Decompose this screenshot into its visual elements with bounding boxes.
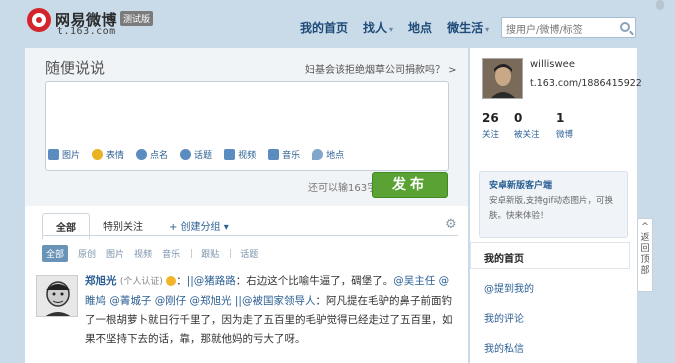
topic-icon <box>180 149 192 160</box>
separator: | <box>190 248 194 259</box>
avatar[interactable] <box>36 275 78 317</box>
tool-label: 音乐 <box>282 151 301 161</box>
compose-panel: 随便说说 妇基会该拒绝烟草公司捐款吗？ > 图片 表情 点名 话题 视频 音乐 … <box>25 48 468 206</box>
post-text-segment: ：右边这个比喻牛逼了，碉堡了。 <box>235 275 394 287</box>
tool-label: 图片 <box>62 151 81 161</box>
sidebar-item-messages[interactable]: 我的私信 <box>484 340 524 355</box>
compose-toolbar: 图片 表情 点名 话题 视频 音乐 地点 <box>48 148 356 161</box>
mention-link[interactable]: @刚仔 <box>155 295 187 307</box>
verified-badge-icon <box>166 276 177 286</box>
tool-mention[interactable]: 点名 <box>136 148 168 161</box>
separator: | <box>229 248 233 259</box>
back-to-top-label: 返回顶部 <box>640 233 650 276</box>
char-count: 还可以输163字 <box>308 183 378 194</box>
chevron-down-icon[interactable]: ▾ <box>485 25 489 34</box>
scrollbar-thumb[interactable] <box>656 0 664 10</box>
nav-label[interactable]: 找人 <box>363 21 387 35</box>
tool-topic[interactable]: 话题 <box>180 148 212 161</box>
mention-link[interactable]: @菁城子 <box>109 295 151 307</box>
video-icon <box>224 149 236 160</box>
verified-label: (个人认证) <box>119 277 163 287</box>
profile-username[interactable]: williswee <box>530 59 575 70</box>
nav-item-home[interactable]: 我的首页 <box>300 19 348 36</box>
search-box[interactable] <box>501 17 636 40</box>
tool-label: 视频 <box>238 151 257 161</box>
filter-original[interactable]: 原创 <box>78 247 96 260</box>
tool-image[interactable]: 图片 <box>48 148 80 161</box>
feed-filters: 全部 原创 图片 视频 音乐 | 跟贴 | 话题 <box>42 245 268 262</box>
stat-followers[interactable]: 0 被关注 <box>514 111 540 140</box>
tool-label: 话题 <box>194 151 213 161</box>
avatar-image <box>37 276 77 316</box>
mention-icon <box>136 149 148 160</box>
promo-title[interactable]: 安卓新版客户端 <box>489 178 552 191</box>
sidebar-item-comments[interactable]: 我的评论 <box>484 310 524 325</box>
filter-reply[interactable]: 跟贴 <box>201 247 219 260</box>
beta-badge: 测试版 <box>120 11 154 26</box>
tool-music[interactable]: 音乐 <box>268 148 300 161</box>
main-panel: 随便说说 妇基会该拒绝烟草公司捐款吗？ > 图片 表情 点名 话题 视频 音乐 … <box>25 48 468 363</box>
mention-link[interactable]: @郑旭光 <box>190 295 232 307</box>
nav-label[interactable]: 微生活 <box>447 21 483 35</box>
mention-link[interactable]: @吴主任 <box>393 275 435 287</box>
stat-following[interactable]: 26 关注 <box>482 111 499 140</box>
stat-number: 26 <box>482 111 499 125</box>
avatar-image <box>483 59 522 98</box>
tool-label: 地点 <box>326 151 345 161</box>
compose-title: 随便说说 <box>45 59 106 77</box>
image-icon <box>48 149 59 160</box>
mention-link[interactable]: ||@被国家领导人 <box>235 295 316 307</box>
stat-posts[interactable]: 1 微博 <box>556 111 573 140</box>
filter-topic[interactable]: 话题 <box>240 247 258 260</box>
stat-label: 微博 <box>556 130 574 140</box>
search-icon[interactable] <box>620 22 630 32</box>
filter-video[interactable]: 视频 <box>134 247 152 260</box>
post-author[interactable]: 郑旭光 <box>85 275 117 287</box>
chevron-up-icon: ^ <box>641 222 649 232</box>
gear-icon[interactable]: ⚙ <box>445 217 457 232</box>
post-content: 郑旭光 (个人认证) ：||@猪路路：右边这个比喻牛逼了，碉堡了。@吴主任 @睢… <box>85 272 457 349</box>
top-nav: 我的首页 找人 ▾ 地点 微生活 ▾ <box>300 16 504 38</box>
nav-item-micro-life[interactable]: 微生活 ▾ <box>447 19 489 36</box>
filter-music[interactable]: 音乐 <box>162 247 180 260</box>
avatar[interactable] <box>482 58 523 99</box>
filter-all[interactable]: 全部 <box>42 245 69 262</box>
logo-icon[interactable] <box>27 8 51 32</box>
nav-item-find-people[interactable]: 找人 ▾ <box>363 19 393 36</box>
location-icon <box>312 149 324 160</box>
chevron-down-icon[interactable]: ▾ <box>389 25 393 34</box>
stat-label: 被关注 <box>514 130 540 140</box>
post-text-segment: ： <box>176 275 187 287</box>
tool-video[interactable]: 视频 <box>224 148 256 161</box>
tool-label: 表情 <box>106 151 125 161</box>
nav-label[interactable]: 我的首页 <box>300 21 348 35</box>
promo-box[interactable]: 安卓新版客户端 安卓新版,支持gif动态图片，可换肤。快来体验！ <box>479 171 628 238</box>
publish-button[interactable]: 发布 <box>372 172 448 198</box>
nav-label[interactable]: 地点 <box>408 21 432 35</box>
divider <box>42 235 458 236</box>
stat-label: 关注 <box>482 130 500 140</box>
sidebar-item-mentions[interactable]: @提到我的 <box>484 280 534 295</box>
nav-item-places[interactable]: 地点 <box>408 19 432 36</box>
filter-image[interactable]: 图片 <box>106 247 124 260</box>
tool-location[interactable]: 地点 <box>312 148 344 161</box>
music-icon <box>268 149 280 160</box>
back-to-top-button[interactable]: ^ 返回顶部 <box>637 218 653 292</box>
brand-url: t.163.com <box>57 26 116 37</box>
mention-link[interactable]: ||@猪路路 <box>187 275 236 287</box>
emoji-icon <box>92 149 104 160</box>
hot-topic-link[interactable]: 妇基会该拒绝烟草公司捐款吗？ > <box>305 61 457 76</box>
promo-text: 安卓新版,支持gif动态图片，可换肤。快来体验！ <box>489 196 613 221</box>
tool-emoji[interactable]: 表情 <box>92 148 124 161</box>
search-input[interactable] <box>502 21 612 40</box>
sidebar-item-home[interactable]: 我的首页 <box>484 250 524 265</box>
stat-number: 0 <box>514 111 523 125</box>
tool-label: 点名 <box>150 151 169 161</box>
stat-number: 1 <box>556 111 565 125</box>
profile-url[interactable]: t.163.com/1886415922 <box>530 78 642 89</box>
